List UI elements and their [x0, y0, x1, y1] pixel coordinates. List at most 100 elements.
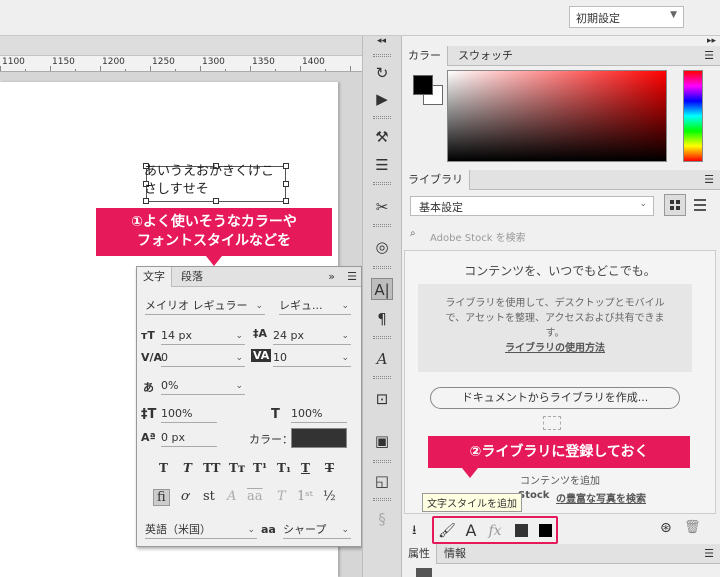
fractions-icon[interactable]: ½	[323, 489, 336, 504]
collapse-icon[interactable]: »	[328, 270, 335, 283]
titling-alternates-icon[interactable]: aa	[247, 489, 263, 504]
callout-pointer	[462, 468, 478, 478]
vertical-scale-input[interactable]: 100%	[161, 405, 217, 423]
add-character-style-icon[interactable]: 🖌	[436, 523, 458, 539]
library-info-box: ライブラリを使用して、デスクトップとモバイル で、アセットを整理、アクセスおよび…	[418, 284, 692, 372]
collapse-icon[interactable]: ▸▸	[707, 36, 716, 46]
tsume-icon: あ	[143, 381, 154, 394]
panel-menu-icon[interactable]: ☰	[704, 173, 714, 186]
font-style-select[interactable]: レギュ... ⌄	[279, 297, 351, 315]
grid-view-icon[interactable]	[664, 194, 686, 216]
baseline-shift-input[interactable]: 0 px	[161, 429, 217, 447]
color-panel-tabs: カラー スウォッチ ☰	[402, 46, 720, 66]
library-heading: コンテンツを、いつでもどこでも。	[464, 264, 656, 278]
history-icon[interactable]: ↻	[371, 62, 393, 84]
text-color-swatch[interactable]	[291, 428, 347, 448]
collapse-icon[interactable]: ◂◂	[377, 36, 386, 46]
document-tab-strip	[0, 36, 362, 56]
color-spectrum[interactable]	[447, 70, 667, 162]
ordinals-icon[interactable]: 1ˢᵗ	[297, 489, 313, 504]
st-ligature-icon[interactable]: st	[203, 489, 215, 504]
learn-libraries-link[interactable]: ライブラリの使用方法	[418, 341, 692, 356]
swash-icon[interactable]: A	[227, 489, 236, 504]
faux-italic-icon[interactable]: T	[183, 461, 192, 475]
add-layer-style-icon[interactable]: fx	[484, 523, 506, 539]
character-panel: 文字 段落 » ☰ メイリオ レギュラー ⌄ レギュ... ⌄ ᴛT 14 px…	[136, 266, 362, 547]
strikethrough-icon[interactable]: T	[325, 461, 334, 475]
discretionary-ligatures-icon[interactable]: ơ	[181, 489, 189, 504]
glyphs-icon[interactable]: A	[371, 348, 393, 370]
create-from-document-button[interactable]: ドキュメントからライブラリを作成...	[430, 387, 680, 409]
add-text-icon[interactable]: A	[460, 523, 482, 539]
ligatures-icon[interactable]: fi	[153, 489, 170, 506]
brush-icon[interactable]: ⚒	[371, 126, 393, 148]
clone-source-icon[interactable]: ◎	[371, 236, 393, 258]
add-foreground-color-icon[interactable]	[534, 523, 556, 539]
tab-color[interactable]: カラー	[402, 46, 448, 66]
text-line: さしすせそ	[144, 182, 209, 197]
tracking-input[interactable]: 10 ⌄	[273, 349, 351, 367]
workspace-select[interactable]: 初期設定 ▼	[569, 6, 684, 28]
chevron-down-icon: ⌄	[235, 353, 243, 363]
leading-icon: ‡A	[253, 327, 268, 340]
chevron-down-icon: ▼	[670, 10, 677, 20]
foreground-color-swatch[interactable]	[413, 75, 433, 95]
character-panel-icon[interactable]: A|	[371, 278, 393, 300]
color-label: カラー：	[249, 433, 293, 446]
underline-icon[interactable]: T	[301, 461, 310, 475]
tab-properties[interactable]: 属性	[402, 544, 437, 564]
panel-menu-icon[interactable]: ☰	[704, 49, 714, 62]
faux-bold-icon[interactable]: T	[159, 461, 168, 475]
brush-settings-icon[interactable]: ☰	[371, 154, 393, 176]
panel-icon-strip: ◂◂ ↻ ▶ ⚒ ☰ ✂ ◎ A| ¶ A ⊡ ▣ ◱ §	[362, 36, 402, 577]
creative-cloud-icon[interactable]: ⊛	[660, 520, 672, 536]
stock-search-link[interactable]: の豊富な写真を検索	[556, 490, 646, 505]
leading-input[interactable]: 24 px ⌄	[273, 327, 351, 345]
language-select[interactable]: 英語（米国） ⌄	[145, 521, 257, 539]
font-style-value: レギュ...	[279, 299, 323, 312]
font-size-input[interactable]: 14 px ⌄	[161, 327, 245, 345]
tab-paragraph[interactable]: 段落	[175, 267, 209, 287]
font-family-select[interactable]: メイリオ レギュラー ⌄	[145, 297, 265, 315]
trash-icon[interactable]: 🗑	[684, 520, 701, 535]
kerning-input[interactable]: 0 ⌄	[161, 349, 245, 367]
tab-character[interactable]: 文字	[137, 267, 172, 287]
tsume-input[interactable]: 0% ⌄	[161, 377, 245, 395]
subscript-icon[interactable]: T₁	[277, 461, 291, 475]
actions-play-icon[interactable]: ▶	[371, 88, 393, 110]
antialias-select[interactable]: シャープ ⌄	[283, 521, 351, 539]
tab-libraries[interactable]: ライブラリ	[402, 170, 470, 190]
add-content-icon	[543, 416, 561, 430]
ruler-label: 1250	[152, 57, 175, 67]
document-text[interactable]: あいうえおかきくけこ さしすせそ	[144, 163, 294, 199]
libraries-panel-tabs: ライブラリ ☰	[402, 170, 720, 190]
horizontal-ruler: 1100 1150 1200 1250 1300 1350 1400	[0, 56, 362, 72]
layer-comps-icon[interactable]: ◱	[371, 470, 393, 492]
stock-label: Stock	[518, 490, 550, 501]
upload-icon[interactable]: ⭳	[412, 521, 417, 543]
list-view-icon[interactable]	[690, 194, 712, 216]
small-caps-icon[interactable]: Tт	[229, 461, 245, 475]
superscript-icon[interactable]: T¹	[253, 461, 267, 475]
panel-menu-icon[interactable]: ☰	[347, 270, 357, 283]
add-fill-color-icon[interactable]	[510, 523, 532, 539]
horizontal-scale-input[interactable]: 100%	[291, 405, 347, 423]
panel-menu-icon[interactable]: ☰	[704, 547, 714, 560]
callout-text: フォントスタイルなどを	[137, 233, 291, 249]
paragraph-panel-icon[interactable]: ¶	[371, 308, 393, 330]
character-styles-icon[interactable]: ⊡	[371, 388, 393, 410]
horizontal-scale-value: 100%	[291, 407, 323, 420]
horizontal-scale-icon: T	[271, 407, 280, 422]
ruler-label: 1400	[302, 57, 325, 67]
stock-search[interactable]: ⌕ Adobe Stock を検索	[408, 224, 708, 246]
ruler-label: 1150	[52, 57, 75, 67]
tool-presets-icon[interactable]: ✂	[371, 196, 393, 218]
library-select[interactable]: 基本設定 ⌄	[410, 196, 654, 216]
chevron-down-icon: ⌄	[235, 331, 243, 341]
all-caps-icon[interactable]: TT	[203, 461, 220, 475]
libraries-folder-icon[interactable]: ▣	[371, 430, 393, 452]
tab-swatches[interactable]: スウォッチ	[452, 46, 519, 66]
tab-info[interactable]: 情報	[438, 544, 472, 564]
stylistic-alternates-icon[interactable]: T	[277, 489, 286, 504]
hue-slider[interactable]	[683, 70, 703, 162]
